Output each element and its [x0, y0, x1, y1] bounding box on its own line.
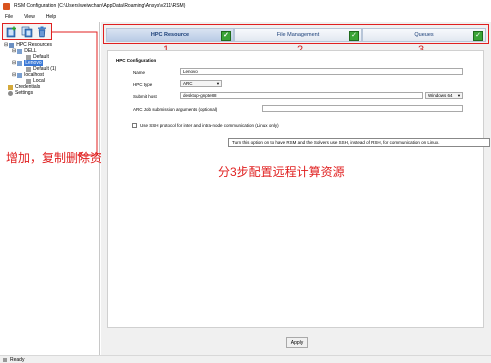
submit-host-input[interactable]: desktop-gnpte88 — [180, 92, 423, 99]
apply-button[interactable]: Apply — [286, 337, 308, 348]
chevron-down-icon: ▼ — [457, 93, 461, 98]
tab-queues[interactable]: Queues ✓ — [362, 28, 486, 42]
section-title: HPC Configuration — [116, 58, 157, 63]
hpc-type-select[interactable]: ARC ▼ — [180, 80, 222, 87]
annotation-center: 分3步配置远程计算资源 — [218, 165, 345, 179]
name-label: Name — [133, 70, 146, 75]
ssh-tooltip: Turn this option on to have RSM and the … — [228, 138, 490, 147]
name-input[interactable]: Lenovo — [180, 68, 463, 75]
hpc-type-label: HPC type — [133, 82, 153, 87]
check-icon: ✓ — [221, 30, 231, 41]
tab-file-management[interactable]: File Management ✓ — [234, 28, 362, 42]
ssh-checkbox[interactable] — [132, 123, 137, 128]
tab-label: HPC Resource — [150, 32, 190, 38]
hpc-type-value: ARC — [183, 81, 193, 86]
tab-label: Queues — [414, 32, 434, 38]
arc-args-input[interactable] — [262, 105, 463, 112]
status-bar: Ready — [0, 355, 491, 363]
os-value: Windows 64 — [428, 93, 453, 98]
submit-host-label: Submit host — [133, 94, 157, 99]
ssh-label: Use SSH protocol for inter and intra-nod… — [140, 123, 279, 128]
status-icon — [3, 357, 7, 362]
status-text: Ready — [10, 356, 25, 363]
tab-label: File Management — [276, 32, 320, 38]
config-tabs: HPC Resource ✓ File Management ✓ Queues … — [103, 24, 489, 44]
arc-args-label: ARC Job submission arguments (optional) — [133, 107, 218, 112]
check-icon: ✓ — [473, 30, 483, 41]
os-select[interactable]: Windows 64 ▼ — [425, 92, 463, 99]
tab-hpc-resource[interactable]: HPC Resource ✓ — [106, 28, 234, 42]
check-icon: ✓ — [349, 30, 359, 41]
chevron-down-icon: ▼ — [216, 81, 220, 86]
